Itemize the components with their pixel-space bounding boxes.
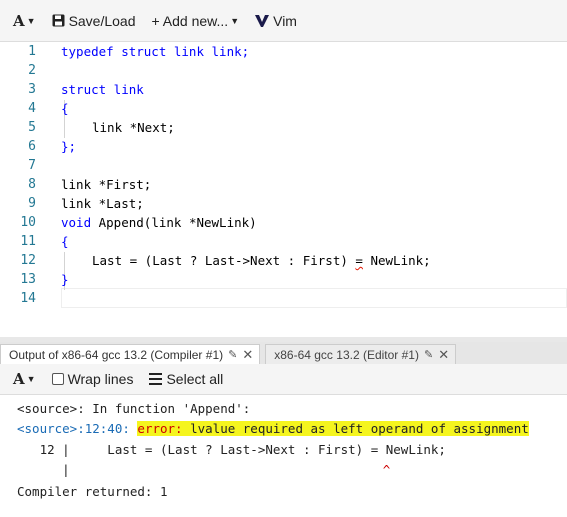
line-number: 3	[28, 82, 36, 97]
line-number: 4	[28, 101, 36, 116]
line-number: 9	[28, 196, 36, 211]
output-line: Compiler returned: 1	[17, 484, 168, 499]
code-line: 4 {	[0, 99, 567, 118]
wrap-lines-label: Wrap lines	[67, 371, 134, 387]
code-text: {	[61, 101, 69, 116]
code-line: 8 link *First;	[0, 175, 567, 194]
close-icon[interactable]: ✕	[242, 347, 253, 363]
tab-compiler-output[interactable]: Output of x86-64 gcc 13.2 (Compiler #1) …	[0, 344, 261, 364]
code-line: 14	[0, 289, 567, 308]
close-icon[interactable]: ✕	[438, 347, 449, 363]
code-editor[interactable]: 1 typedef struct link link; 2 3 struct l…	[0, 42, 567, 337]
code-text: link *First;	[61, 177, 152, 192]
line-number: 10	[20, 215, 36, 230]
select-all-button[interactable]: Select all	[144, 365, 228, 393]
code-line: 9 link *Last;	[0, 194, 567, 213]
code-rest: Append(link *NewLink)	[91, 215, 257, 230]
save-load-label: Save/Load	[68, 12, 136, 29]
tab-label: x86-64 gcc 13.2 (Editor #1)	[274, 347, 419, 362]
editor-toolbar: A ▼ Save/Load + Add new... ▼ Vim	[0, 0, 567, 42]
code-segment: NewLink;	[362, 253, 431, 268]
chevron-down-icon: ▼	[26, 374, 36, 384]
error-caret: ^	[382, 462, 391, 477]
code-text: };	[61, 139, 77, 154]
vim-label: Vim	[273, 12, 297, 29]
code-text: typedef struct link link;	[61, 44, 250, 59]
error-highlight: error: lvalue required as left operand o…	[137, 421, 529, 436]
line-number: 13	[20, 272, 36, 287]
font-icon: A	[13, 11, 25, 30]
output-line: | ^	[17, 462, 390, 477]
tab-label: Output of x86-64 gcc 13.2 (Compiler #1)	[9, 347, 224, 362]
chevron-down-icon: ▼	[230, 15, 240, 26]
code-text: Last = (Last ? Last->Next : First) = New…	[92, 253, 431, 268]
line-number: 2	[28, 63, 36, 78]
error-squiggle[interactable]: =	[355, 253, 363, 268]
checkbox-icon[interactable]	[51, 373, 64, 385]
error-location-link[interactable]: <source>:12:40:	[17, 421, 130, 436]
error-label: error:	[137, 421, 183, 436]
add-new-label: + Add new...	[151, 12, 229, 29]
compiler-output: <source>: In function 'Append': <source>…	[0, 395, 567, 517]
output-tab-bar: Output of x86-64 gcc 13.2 (Compiler #1) …	[0, 342, 567, 364]
code-line: 13 }	[0, 270, 567, 289]
code-line: 1 typedef struct link link;	[0, 42, 567, 61]
vim-toggle-button[interactable]: Vim	[250, 7, 302, 35]
font-size-button[interactable]: A ▼	[8, 7, 41, 35]
code-text: link *Last;	[61, 196, 144, 211]
code-text: struct link	[61, 82, 144, 97]
tab-compiler-editor[interactable]: x86-64 gcc 13.2 (Editor #1) ✎ ✕	[265, 344, 457, 364]
code-line: 6 };	[0, 137, 567, 156]
code-text: {	[61, 234, 69, 249]
line-number: 14	[20, 291, 36, 306]
code-line: 7	[0, 156, 567, 175]
line-number: 7	[28, 158, 36, 173]
output-font-size-button[interactable]: A ▼	[8, 365, 41, 393]
code-text: void Append(link *NewLink)	[61, 215, 257, 230]
list-icon	[149, 373, 163, 385]
line-number: 5	[28, 120, 36, 135]
code-line: 3 struct link	[0, 80, 567, 99]
code-line: 10 void Append(link *NewLink)	[0, 213, 567, 232]
vim-logo-icon	[255, 14, 270, 27]
select-all-label: Select all	[166, 371, 224, 387]
code-line: 11 {	[0, 232, 567, 251]
output-line: 12 | Last = (Last ? Last->Next : First) …	[17, 442, 446, 457]
font-icon: A	[13, 370, 25, 388]
line-number: 1	[28, 44, 36, 59]
line-number: 11	[20, 234, 36, 249]
code-keyword: void	[61, 215, 92, 230]
line-number: 12	[20, 253, 36, 268]
add-new-button[interactable]: + Add new... ▼	[147, 7, 245, 35]
save-load-button[interactable]: Save/Load	[47, 7, 141, 35]
output-error-line: <source>:12:40: error: lvalue required a…	[17, 421, 529, 436]
line-number: 8	[28, 177, 36, 192]
output-toolbar: A ▼ Wrap lines Select all	[0, 364, 567, 395]
chevron-down-icon: ▼	[26, 15, 36, 26]
wrap-lines-toggle[interactable]: Wrap lines	[47, 365, 139, 393]
floppy-disk-icon	[52, 14, 65, 27]
code-segment: Last = (Last ? Last->Next : First)	[92, 253, 356, 268]
code-line: 5 link *Next;	[0, 118, 567, 137]
code-line: 12 Last = (Last ? Last->Next : First) = …	[0, 251, 567, 270]
output-line: <source>: In function 'Append':	[17, 401, 251, 416]
code-text: }	[61, 272, 69, 287]
pencil-icon[interactable]: ✎	[424, 348, 433, 361]
code-line: 2	[0, 61, 567, 80]
output-gutter-bar: |	[17, 462, 70, 477]
error-message: lvalue required as left operand of assig…	[182, 421, 529, 436]
pencil-icon[interactable]: ✎	[228, 348, 237, 361]
code-text: link *Next;	[92, 120, 175, 135]
line-number: 6	[28, 139, 36, 154]
